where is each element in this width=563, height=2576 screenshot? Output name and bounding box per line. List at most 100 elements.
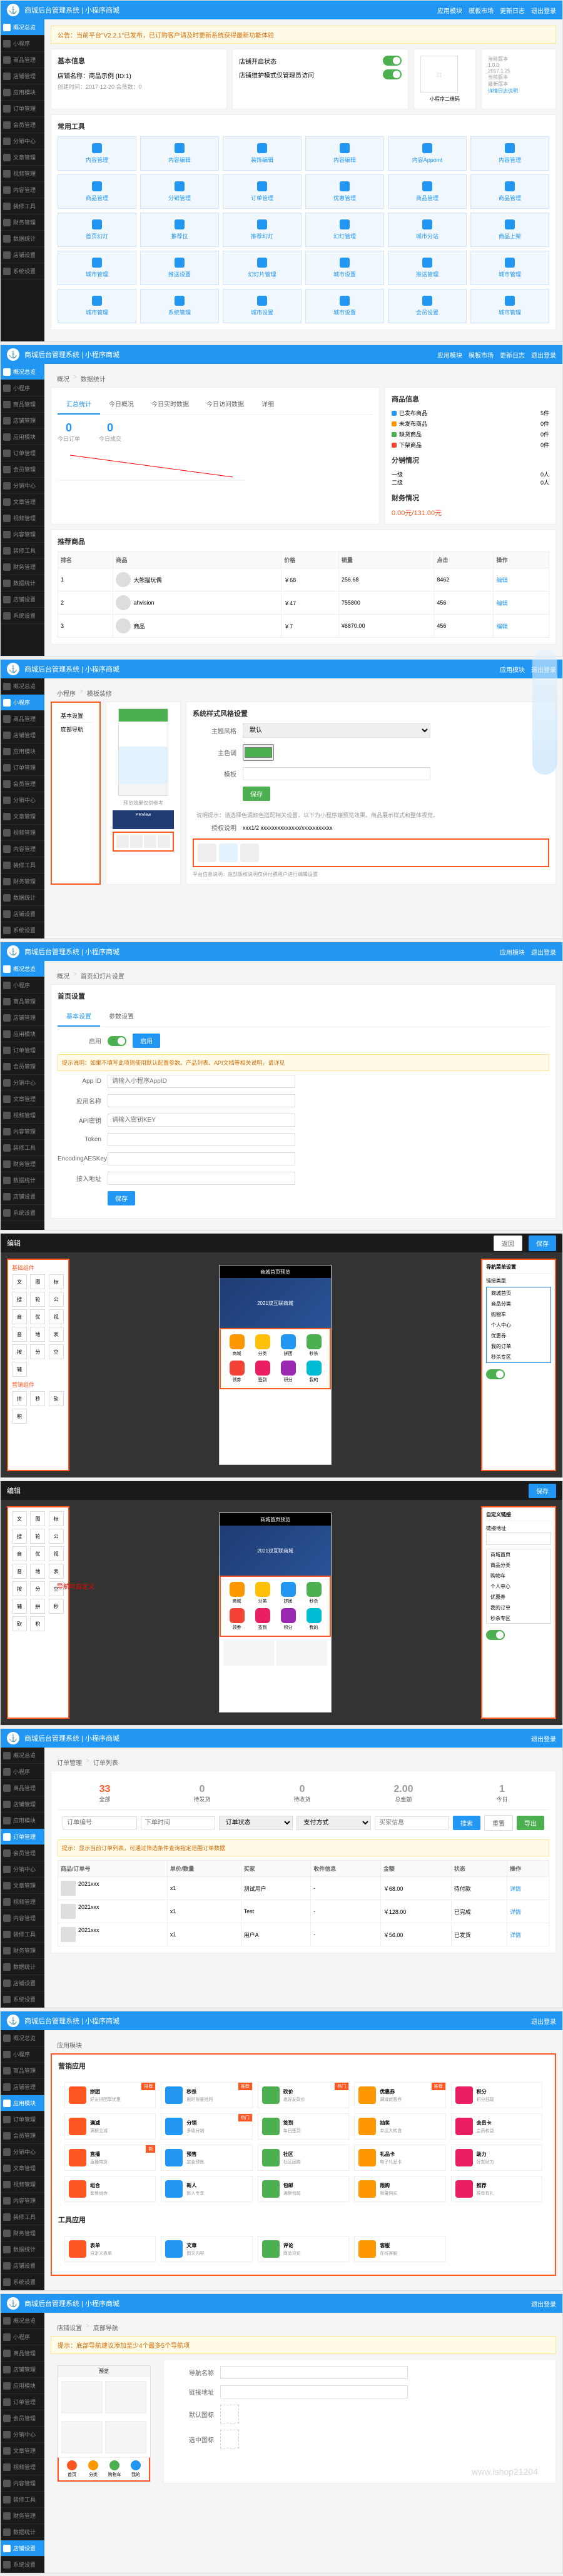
sidebar-item-orders[interactable]: 订单管理	[1, 101, 44, 117]
prop-toggle[interactable]	[486, 1630, 505, 1640]
sidebar-item[interactable]: 分销中心	[1, 2144, 44, 2160]
link-type-dropdown[interactable]: 商城首页商品分类购物车个人中心优惠券我的订单秒杀专区拼团专区砍价专区积分商城签到…	[486, 1287, 551, 1363]
component-轮播[interactable]: 轮	[30, 1529, 45, 1544]
sidebar-item[interactable]: 系统设置	[1, 2557, 44, 2573]
sidebar-item[interactable]: 视频管理	[1, 1894, 44, 1910]
dropdown-option[interactable]: 秒杀专区	[487, 1613, 550, 1624]
component-按钮[interactable]: 按	[12, 1344, 27, 1359]
component-表单[interactable]: 表	[49, 1564, 64, 1579]
sidebar-item[interactable]: 财务管理	[1, 873, 44, 890]
tool-item[interactable]: 城市管理	[470, 289, 549, 323]
sidebar-item[interactable]: 概况总览	[1, 364, 44, 380]
marketing-app[interactable]: 评论商品评论	[258, 2236, 349, 2262]
sidebar-item[interactable]: 视频管理	[1, 825, 44, 841]
sidebar-item-members[interactable]: 会员管理	[1, 117, 44, 133]
marketing-app[interactable]: 包邮满额包邮	[258, 2176, 349, 2202]
tool-item[interactable]: 内容管理	[470, 136, 549, 171]
sidebar-item[interactable]: 数据统计	[1, 575, 44, 591]
sidebar-item[interactable]: 内容管理	[1, 2193, 44, 2209]
dropdown-option[interactable]: 个人中心	[487, 1320, 550, 1331]
dropdown-option[interactable]: 个人中心	[487, 1581, 550, 1592]
tool-item[interactable]: 系统管理	[140, 289, 219, 323]
tab-nav[interactable]: 底部导航	[58, 723, 93, 736]
sidebar-item-dist[interactable]: 分销中心	[1, 133, 44, 149]
sidebar-item[interactable]: 订单管理	[1, 1042, 44, 1059]
tab-basic[interactable]: 基本设置	[58, 709, 93, 723]
search-button[interactable]: 搜索	[453, 1816, 480, 1830]
sidebar-item[interactable]: 视频管理	[1, 1107, 44, 1124]
component-地图[interactable]: 地	[30, 1564, 45, 1579]
sidebar-item[interactable]: 小程序	[1, 2329, 44, 2345]
status-tab[interactable]: 2.00总金额	[393, 1784, 413, 1803]
sidebar-item[interactable]: 财务管理	[1, 1943, 44, 1959]
status-tab[interactable]: 0待发货	[193, 1784, 210, 1803]
save-button[interactable]: 保存	[529, 1235, 556, 1251]
component-砍价[interactable]: 砍	[12, 1616, 27, 1631]
marketing-app[interactable]: 限购限量购买	[354, 2176, 445, 2202]
sidebar-item[interactable]: 应用模块	[1, 1026, 44, 1042]
sidebar-item[interactable]: 概况总览	[1, 1748, 44, 1764]
dropdown-option[interactable]: 商品分类	[487, 1560, 550, 1571]
sidebar-item[interactable]: 会员管理	[1, 461, 44, 478]
link-input[interactable]	[486, 1532, 551, 1545]
tool-item[interactable]: 城市设置	[305, 251, 384, 285]
marketing-app[interactable]: 积分积分抵现	[451, 2082, 542, 2108]
sidebar-item[interactable]: 订单管理	[1, 445, 44, 461]
sidebar-item-content[interactable]: 内容管理	[1, 182, 44, 198]
marketing-app[interactable]: 文章图文内容	[161, 2236, 252, 2262]
marketing-app[interactable]: 优惠券满减优惠券推荐	[354, 2082, 445, 2108]
marketing-app[interactable]: 拼团好友拼团享优惠推荐	[64, 2082, 156, 2108]
tool-item[interactable]: 优惠管理	[305, 174, 384, 209]
reset-button[interactable]: 重置	[484, 1815, 513, 1831]
dropdown-option[interactable]: 商城首页	[487, 1549, 550, 1560]
tool-item[interactable]: 内容管理	[58, 136, 136, 171]
sidebar-item[interactable]: 财务管理	[1, 1156, 44, 1172]
tool-item[interactable]: 商品管理	[58, 174, 136, 209]
component-图片[interactable]: 图	[30, 1511, 45, 1526]
dropdown-option[interactable]: 优惠券	[487, 1331, 550, 1341]
tool-item[interactable]: 分销管理	[140, 174, 219, 209]
component-分割[interactable]: 分	[30, 1581, 45, 1596]
sidebar-item[interactable]: 小程序	[1, 695, 44, 711]
sidebar-item[interactable]: 商品管理	[1, 2345, 44, 2362]
status-tab[interactable]: 0待收货	[293, 1784, 310, 1803]
tool-item[interactable]: 订单管理	[223, 174, 302, 209]
marketing-app[interactable]: 社区社区团购	[258, 2145, 349, 2171]
sidebar-item[interactable]: 店铺设置	[1, 2258, 44, 2274]
nav-item[interactable]: 分类	[83, 2460, 104, 2478]
filter-sn[interactable]	[63, 1816, 137, 1829]
sidebar-item[interactable]: 文章管理	[1, 2443, 44, 2459]
filter-pay[interactable]: 支付方式	[297, 1816, 371, 1830]
tool-item[interactable]: 内容编辑	[140, 136, 219, 171]
sidebar-item[interactable]: 会员管理	[1, 1845, 44, 1861]
theme-select[interactable]: 默认	[243, 723, 430, 738]
tab-today[interactable]: 今日概况	[100, 394, 143, 415]
export-button[interactable]: 导出	[517, 1816, 544, 1830]
marketing-app[interactable]: 直播直播带货新	[64, 2145, 156, 2171]
api-field[interactable]	[108, 1094, 295, 1107]
tool-item[interactable]: 首页幻灯	[58, 213, 136, 247]
tool-item[interactable]: 推荐位	[140, 213, 219, 247]
api-field[interactable]	[108, 1075, 295, 1088]
dropdown-option[interactable]: 购物车	[487, 1571, 550, 1581]
component-轮播[interactable]: 轮	[30, 1292, 45, 1307]
marketing-app[interactable]: 满减满额立减	[64, 2113, 156, 2140]
sidebar-item[interactable]: 概况总览	[1, 961, 44, 977]
marketing-app[interactable]: 新人新人专享	[161, 2176, 252, 2202]
sidebar-item[interactable]: 内容管理	[1, 1910, 44, 1926]
sidebar-item[interactable]: 店铺设置	[1, 591, 44, 608]
tool-item[interactable]: 城市分站	[388, 213, 467, 247]
api-field[interactable]	[108, 1172, 295, 1185]
sidebar-item[interactable]: 系统设置	[1, 1991, 44, 2008]
tool-item[interactable]: 城市设置	[223, 289, 302, 323]
tab-realtime[interactable]: 今日实时数据	[143, 394, 198, 415]
sidebar-item-finance[interactable]: 财务管理	[1, 214, 44, 231]
sidebar-item[interactable]: 数据统计	[1, 890, 44, 906]
tool-item[interactable]: 城市管理	[58, 251, 136, 285]
sidebar-item[interactable]: 视频管理	[1, 510, 44, 526]
component-搜索[interactable]: 搜	[12, 1529, 27, 1544]
component-视频[interactable]: 视	[49, 1546, 64, 1561]
sidebar-item[interactable]: 数据统计	[1, 1959, 44, 1975]
marketing-app[interactable]: 签到每日签到	[258, 2113, 349, 2140]
sidebar-item[interactable]: 概况总览	[1, 2313, 44, 2329]
